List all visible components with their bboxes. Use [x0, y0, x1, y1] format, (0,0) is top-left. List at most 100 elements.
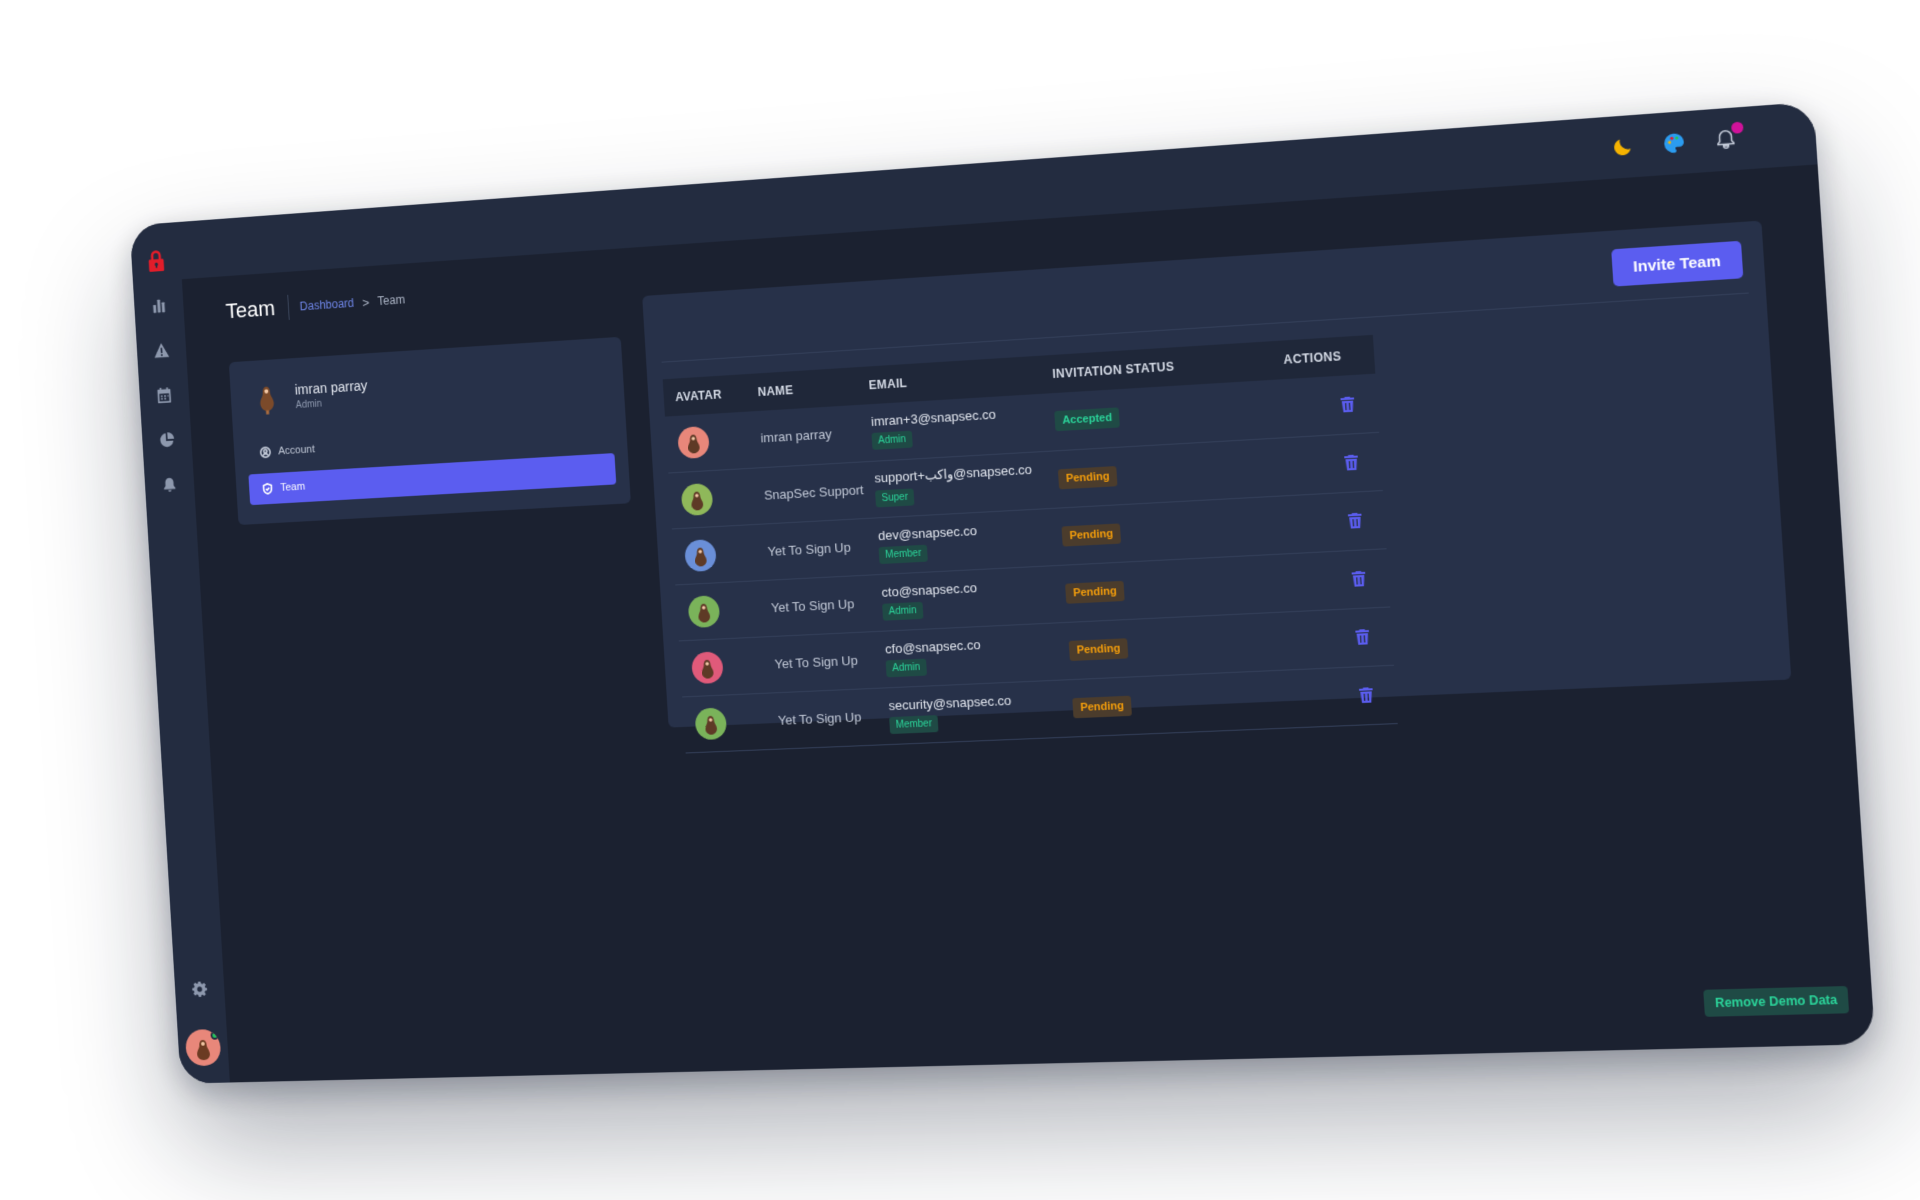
status-badge: Pending: [1058, 465, 1118, 489]
invite-team-button[interactable]: Invite Team: [1610, 240, 1744, 287]
app-window: Team Dashboard > Team imran parray Admin: [129, 101, 1876, 1084]
status-badge: Accepted: [1054, 407, 1120, 432]
avatar-cell: [675, 580, 762, 641]
name-cell: Yet To Sign Up: [757, 574, 873, 637]
member-name: Yet To Sign Up: [770, 595, 855, 615]
avatar-cell: [671, 524, 758, 585]
email-cell: security@snapsec.co Member: [875, 679, 1064, 745]
member-name: Yet To Sign Up: [777, 708, 862, 728]
actions-cell: [1272, 373, 1379, 438]
stage: Team Dashboard > Team imran parray Admin: [0, 0, 1920, 1200]
team-table: AVATAR NAME EMAIL INVITATION STATUS ACTI…: [662, 334, 1398, 753]
delete-member-button[interactable]: [1350, 625, 1374, 649]
moon-icon[interactable]: [1608, 132, 1637, 161]
breadcrumb-current: Team: [377, 292, 406, 309]
breadcrumb-separator: >: [361, 294, 370, 310]
calendar-icon[interactable]: [148, 378, 181, 412]
name-cell: Yet To Sign Up: [761, 631, 876, 693]
email-cell: dev@snapsec.co Member: [865, 508, 1053, 575]
bell-icon[interactable]: [153, 468, 186, 502]
trash-icon: [1343, 454, 1359, 471]
delete-member-button[interactable]: [1335, 392, 1359, 416]
gear-icon[interactable]: [183, 973, 216, 1006]
name-cell: SnapSec Support: [750, 461, 866, 525]
trash-icon: [1358, 687, 1374, 704]
delete-member-button[interactable]: [1346, 567, 1370, 591]
avatar: [690, 650, 724, 684]
menu-item-account-label: Account: [277, 443, 316, 458]
actions-cell: [1276, 431, 1383, 496]
delete-member-button[interactable]: [1339, 451, 1363, 475]
member-name: Yet To Sign Up: [774, 652, 859, 672]
table-body: imran parray imran+3@snapsec.co Admin Ac…: [664, 373, 1398, 753]
page-title: Team: [225, 294, 290, 325]
column-header-actions: ACTIONS: [1282, 349, 1342, 367]
name-cell: imran parray: [747, 404, 862, 468]
role-badge: Admin: [882, 601, 924, 621]
role-badge: Super: [875, 488, 915, 508]
avatar: [680, 482, 714, 516]
member-name: imran parray: [760, 426, 833, 446]
actions-cell: [1279, 490, 1387, 554]
status-badge: Pending: [1065, 580, 1125, 604]
email-cell: imran+3@snapsec.co Admin: [858, 393, 1046, 462]
trash-icon: [1354, 629, 1370, 645]
bar-chart-icon[interactable]: [143, 288, 176, 322]
sidebar: [129, 222, 230, 1084]
sidebar-bottom: [174, 972, 229, 1067]
profile-card: imran parray Admin Account Team: [228, 336, 631, 526]
member-email: imran+3@snapsec.co: [870, 406, 997, 430]
online-status-dot: [210, 1030, 220, 1040]
lock-icon[interactable]: [140, 244, 173, 279]
email-cell: support+واکب@snapsec.co Super: [861, 450, 1049, 519]
page-header: Team Dashboard > Team: [225, 287, 406, 325]
delete-member-button[interactable]: [1343, 509, 1367, 533]
status-badge: Pending: [1069, 637, 1129, 661]
member-email: security@snapsec.co: [888, 692, 1012, 713]
avatar: [684, 538, 717, 572]
breadcrumb-dashboard-link[interactable]: Dashboard: [299, 296, 354, 313]
notification-bell-icon[interactable]: [1711, 121, 1744, 154]
delete-member-button[interactable]: [1354, 683, 1378, 706]
status-cell: Pending: [1055, 611, 1291, 680]
role-badge: Admin: [885, 658, 927, 677]
email-cell: cfo@snapsec.co Admin: [872, 622, 1060, 688]
member-email: support+واکب@snapsec.co: [874, 461, 1033, 486]
trash-icon: [1347, 512, 1362, 529]
role-badge: Admin: [871, 430, 913, 451]
actions-cell: [1290, 664, 1398, 728]
avatar: [677, 426, 710, 460]
actions-cell: [1283, 548, 1391, 612]
profile-avatar: [250, 378, 283, 418]
avatar-cell: [682, 692, 769, 753]
breadcrumb: Dashboard > Team: [288, 292, 405, 314]
column-header-avatar: AVATAR: [674, 387, 723, 405]
notification-dot: [1731, 121, 1744, 134]
remove-demo-data-button[interactable]: Remove Demo Data: [1703, 985, 1850, 1017]
status-badge: Pending: [1061, 522, 1121, 547]
team-card: Invite Team AVATAR NAME EMAIL INVITATION…: [642, 220, 1792, 753]
user-circle-icon: [260, 446, 272, 458]
member-name: SnapSec Support: [763, 481, 864, 503]
member-name: Yet To Sign Up: [767, 539, 852, 559]
member-email: dev@snapsec.co: [877, 522, 978, 543]
trash-icon: [1340, 396, 1355, 413]
pie-chart-icon[interactable]: [151, 423, 184, 457]
menu-item-team-label: Team: [280, 480, 306, 494]
trash-icon: [1351, 570, 1366, 587]
avatar-cell: [668, 467, 755, 529]
palette-icon[interactable]: [1659, 129, 1689, 158]
actions-cell: [1287, 606, 1394, 670]
profile-name: imran parray: [294, 377, 368, 398]
shield-check-icon: [262, 483, 274, 495]
name-cell: Yet To Sign Up: [764, 687, 880, 750]
member-email: cfo@snapsec.co: [884, 636, 981, 656]
avatar-cell: [678, 636, 765, 697]
warning-triangle-icon[interactable]: [145, 333, 178, 367]
user-avatar[interactable]: [184, 1029, 222, 1067]
profile-text: imran parray Admin: [294, 378, 368, 411]
role-badge: Member: [889, 714, 939, 734]
profile-role: Admin: [295, 398, 323, 411]
avatar-cell: [664, 411, 751, 473]
avatar: [694, 706, 728, 740]
